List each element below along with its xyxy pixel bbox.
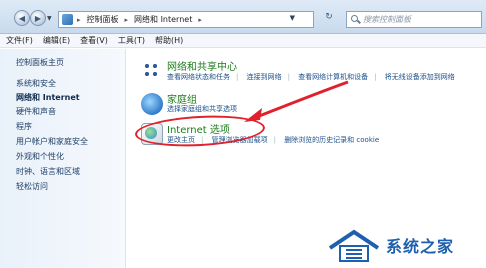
annotation-arrow-icon: [244, 80, 349, 122]
back-button[interactable]: ◀: [14, 10, 30, 26]
sidebar-item-ease-of-access[interactable]: 轻松访问: [16, 181, 48, 192]
link-homegroup-sharing[interactable]: 选择家庭组和共享选项: [167, 105, 237, 113]
breadcrumb-network-internet[interactable]: 网络和 Internet: [134, 14, 192, 25]
search-icon: [351, 15, 358, 22]
history-dropdown-icon[interactable]: ▼: [47, 15, 52, 22]
homegroup-links: 选择家庭组和共享选项: [167, 104, 243, 114]
sidebar-item-system-security[interactable]: 系统和安全: [16, 78, 56, 89]
sidebar-item-programs[interactable]: 程序: [16, 121, 32, 132]
chevron-right-icon[interactable]: ▸: [77, 16, 81, 24]
category-title-network-sharing[interactable]: 网络和共享中心: [167, 58, 237, 73]
title-nav-bar: ◀ ▶ ▼ ▸ 控制面板 ▸ 网络和 Internet ▸ ▼ ↻ 搜索控制面板: [0, 0, 486, 34]
breadcrumb-control-panel[interactable]: 控制面板: [87, 14, 119, 25]
address-bar[interactable]: ▸ 控制面板 ▸ 网络和 Internet ▸ ▼: [58, 11, 314, 28]
menu-tools[interactable]: 工具(T): [118, 35, 145, 46]
address-dropdown-icon[interactable]: ▼: [290, 14, 295, 22]
menu-file[interactable]: 文件(F): [6, 35, 33, 46]
refresh-icon: ↻: [325, 12, 333, 22]
link-add-wireless-device[interactable]: 将无线设备添加到网络: [385, 73, 455, 81]
sidebar-item-hardware-sound[interactable]: 硬件和声音: [16, 106, 56, 117]
watermark-text: 系统之家: [386, 237, 455, 256]
menu-help[interactable]: 帮助(H): [155, 35, 183, 46]
menu-bar: 文件(F) 编辑(E) 查看(V) 工具(T) 帮助(H): [0, 34, 486, 48]
refresh-button[interactable]: ↻: [321, 12, 337, 27]
sidebar-item-appearance[interactable]: 外观和个性化: [16, 151, 64, 162]
menu-view[interactable]: 查看(V): [80, 35, 108, 46]
watermark-logo-icon: [328, 229, 380, 262]
back-arrow-icon: ◀: [18, 13, 26, 23]
homegroup-icon: [141, 93, 163, 115]
watermark: 系统之家: [326, 226, 484, 264]
sidebar: 控制面板主页 系统和安全 网络和 Internet 硬件和声音 程序 用户帐户和…: [0, 49, 126, 268]
search-input[interactable]: 搜索控制面板: [346, 11, 482, 28]
control-panel-icon: [62, 14, 73, 25]
link-view-network-status[interactable]: 查看网络状态和任务: [167, 73, 230, 81]
sidebar-item-home[interactable]: 控制面板主页: [16, 57, 64, 68]
link-delete-history[interactable]: 删除浏览的历史记录和 cookie: [284, 136, 379, 144]
chevron-right-icon[interactable]: ▸: [125, 16, 129, 24]
sidebar-item-clock-language[interactable]: 时钟、语言和区域: [16, 166, 80, 177]
forward-arrow-icon: ▶: [34, 13, 42, 23]
sidebar-item-user-accounts[interactable]: 用户帐户和家庭安全: [16, 136, 88, 147]
network-icon: [141, 62, 163, 84]
sidebar-item-network-internet[interactable]: 网络和 Internet: [16, 92, 80, 103]
menu-edit[interactable]: 编辑(E): [43, 35, 70, 46]
chevron-right-icon[interactable]: ▸: [198, 16, 202, 24]
forward-button[interactable]: ▶: [30, 10, 46, 26]
